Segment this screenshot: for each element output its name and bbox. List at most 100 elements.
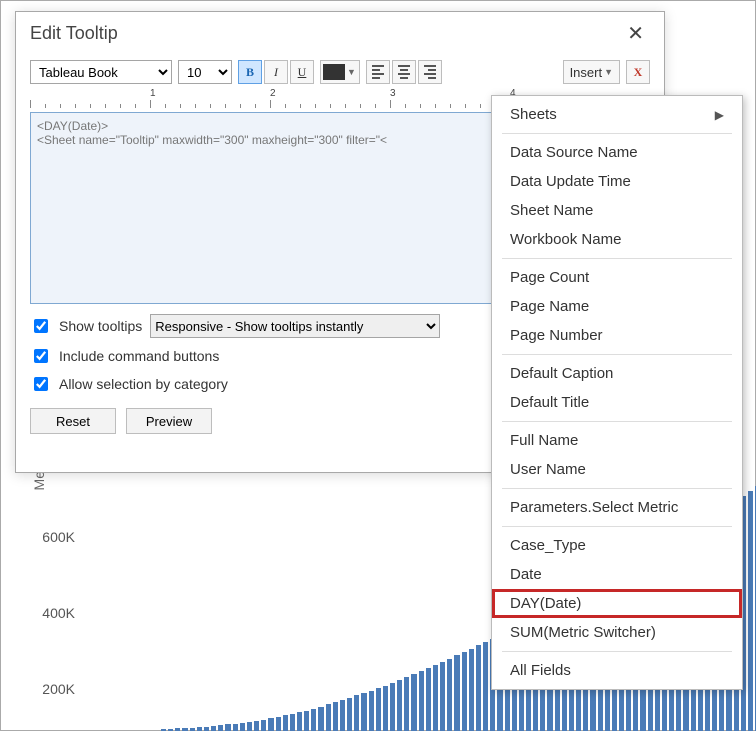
menu-item-sum-metric[interactable]: SUM(Metric Switcher) [492,618,742,647]
menu-label: Page Number [510,327,603,344]
bar [326,704,331,731]
insert-menu-button[interactable]: Insert ▼ [563,60,620,84]
reset-button[interactable]: Reset [30,408,116,434]
bar [333,702,338,731]
bar [297,712,302,731]
bar [240,723,245,731]
allow-selection-checkbox[interactable] [34,377,48,391]
menu-item-dut[interactable]: Data Update Time [492,167,742,196]
bar [369,691,374,731]
include-commands-label: Include command buttons [59,348,219,364]
font-size-select[interactable]: 10 [178,60,232,84]
underline-button[interactable]: U [290,60,314,84]
menu-item-workbook-name[interactable]: Workbook Name [492,225,742,254]
menu-label: Default Caption [510,365,613,382]
menu-item-default-caption[interactable]: Default Caption [492,359,742,388]
ruler-num: 3 [390,88,396,99]
bar [390,683,395,731]
bar [211,726,216,731]
bar [433,665,438,731]
bar [233,724,238,731]
show-tooltips-checkbox[interactable] [34,319,48,333]
bar [304,711,309,731]
bar [440,662,445,731]
include-commands-checkbox[interactable] [34,349,48,363]
bar [476,645,481,731]
bar [462,652,467,731]
menu-label: Page Name [510,298,589,315]
menu-item-full-name[interactable]: Full Name [492,426,742,455]
editor-text: <DAY(Date)> [37,119,108,133]
menu-label: SUM(Metric Switcher) [510,624,656,641]
chevron-down-icon: ▼ [604,67,613,77]
bar [204,727,209,731]
bar [361,693,366,731]
menu-label: User Name [510,461,586,478]
menu-label: Case_Type [510,537,586,554]
bar [283,715,288,731]
bar [254,721,259,731]
menu-item-date[interactable]: Date [492,560,742,589]
chevron-right-icon: ▶ [715,108,724,122]
bar [268,718,273,731]
ruler-num: 2 [270,88,276,99]
menu-item-sheets[interactable]: Sheets ▶ [492,100,742,129]
bar [447,659,452,731]
menu-label: DAY(Date) [510,595,581,612]
bar [290,714,295,731]
menu-label: Sheet Name [510,202,593,219]
bar [454,655,459,731]
menu-label: Workbook Name [510,231,621,248]
menu-item-day-date[interactable]: DAY(Date) [492,589,742,618]
menu-label: Default Title [510,394,589,411]
menu-label: Full Name [510,432,578,449]
align-right-button[interactable] [418,60,442,84]
close-icon[interactable]: ✕ [619,17,652,50]
bar [426,668,431,731]
bold-button[interactable]: B [238,60,262,84]
menu-item-page-name[interactable]: Page Name [492,292,742,321]
menu-label: All Fields [510,662,571,679]
menu-item-parameters[interactable]: Parameters.Select Metric [492,493,742,522]
menu-item-page-number[interactable]: Page Number [492,321,742,350]
italic-button[interactable]: I [264,60,288,84]
bar [197,727,202,731]
bar [419,671,424,731]
align-left-button[interactable] [366,60,390,84]
menu-item-dsn[interactable]: Data Source Name [492,138,742,167]
bar [404,677,409,731]
bar [340,700,345,731]
bar [276,717,281,731]
bar [347,698,352,731]
bar [397,680,402,731]
bar [218,725,223,731]
menu-item-default-title[interactable]: Default Title [492,388,742,417]
insert-dropdown-menu: Sheets ▶ Data Source Name Data Update Ti… [491,95,743,690]
menu-item-case-type[interactable]: Case_Type [492,531,742,560]
bar [311,709,316,731]
menu-item-all-fields[interactable]: All Fields [492,656,742,685]
bar [483,642,488,731]
menu-item-page-count[interactable]: Page Count [492,263,742,292]
menu-label: Sheets [510,106,557,123]
bar [261,720,266,731]
bar [354,695,359,731]
menu-item-user-name[interactable]: User Name [492,455,742,484]
font-color-picker[interactable]: ▼ [320,60,360,84]
clear-button[interactable]: X [626,60,650,84]
menu-label: Date [510,566,542,583]
color-chip-icon [323,64,345,80]
align-center-button[interactable] [392,60,416,84]
menu-label: Page Count [510,269,589,286]
menu-item-sheet-name[interactable]: Sheet Name [492,196,742,225]
menu-label: Parameters.Select Metric [510,499,678,516]
allow-selection-label: Allow selection by category [59,376,228,392]
editor-text: <Sheet name="Tooltip" maxwidth="300" max… [37,133,387,147]
preview-button[interactable]: Preview [126,408,212,434]
bar [318,707,323,731]
bar [376,688,381,731]
bar [411,674,416,731]
tooltip-behavior-select[interactable]: Responsive - Show tooltips instantly [150,314,440,338]
font-select[interactable]: Tableau Book [30,60,172,84]
bar [469,649,474,731]
